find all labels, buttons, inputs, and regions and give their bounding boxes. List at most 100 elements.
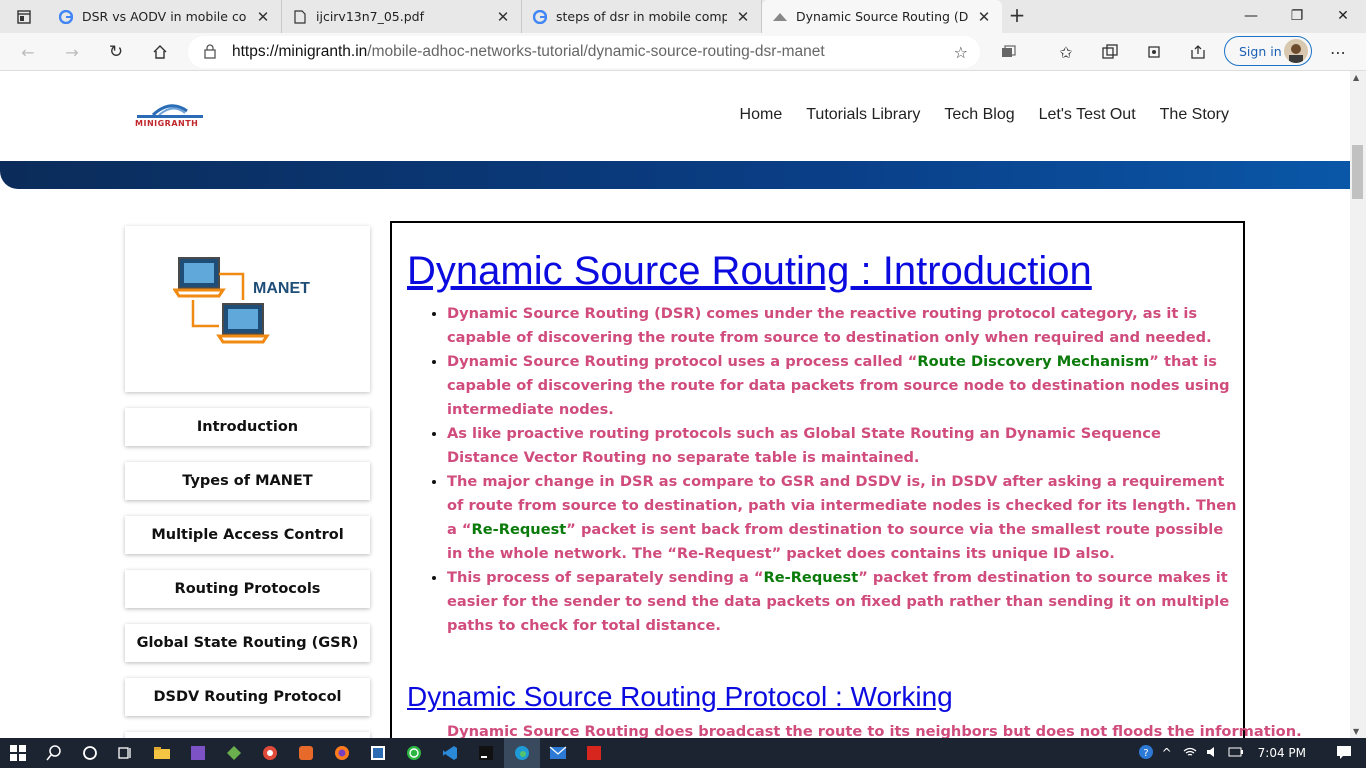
sidebar-item-multiple-access-control[interactable]: Multiple Access Control — [125, 516, 370, 554]
bullet-item: This process of separately sending a “Re… — [447, 566, 1237, 638]
manet-image-card: MANET — [125, 226, 370, 392]
url-field[interactable]: https://minigranth.in/mobile-adhoc-netwo… — [188, 36, 980, 68]
chevron-up-icon[interactable]: ^ — [1162, 746, 1172, 760]
sidebar-item-dsdv[interactable]: DSDV Routing Protocol — [125, 678, 370, 716]
page-scrollbar[interactable]: ▲ ▼ — [1350, 71, 1366, 738]
pycharm-icon[interactable] — [468, 738, 504, 768]
chrome-icon[interactable] — [252, 738, 288, 768]
lock-icon[interactable] — [204, 44, 216, 63]
avatar — [1284, 39, 1308, 63]
tab-3[interactable]: Dynamic Source Routing (DSR) | ✕ — [762, 0, 1002, 33]
battery-icon[interactable] — [1228, 746, 1244, 760]
vscode-icon[interactable] — [432, 738, 468, 768]
mail-icon[interactable] — [540, 738, 576, 768]
tab-title: Dynamic Source Routing (DSR) | — [796, 9, 968, 24]
main-nav: Home Tutorials Library Tech Blog Let's T… — [740, 106, 1229, 124]
bullet-text: Dynamic Source Routing protocol uses a p… — [447, 353, 918, 370]
close-tab-icon[interactable]: ✕ — [976, 9, 992, 25]
favorites-icon[interactable]: ✩ — [1050, 37, 1082, 67]
article-box: Dynamic Source Routing : Introduction Dy… — [390, 221, 1302, 738]
close-tab-icon[interactable]: ✕ — [735, 9, 751, 25]
sidebar-item-routing-protocols[interactable]: Routing Protocols — [125, 570, 370, 608]
back-icon[interactable]: ← — [12, 37, 44, 67]
nav-the-story[interactable]: The Story — [1160, 106, 1229, 124]
url-host: https://minigranth.in — [232, 43, 368, 60]
volume-icon[interactable] — [1206, 746, 1220, 761]
visual-studio-icon[interactable] — [180, 738, 216, 768]
scrollbar-thumb[interactable] — [1352, 145, 1363, 199]
tab-title: ijcirv13n7_05.pdf — [316, 9, 425, 24]
document-icon — [292, 9, 308, 25]
share-icon[interactable] — [1182, 37, 1214, 67]
tab-title: DSR vs AODV in mobile computing — [82, 9, 247, 24]
close-tab-icon[interactable]: ✕ — [255, 9, 271, 25]
edge-icon[interactable] — [504, 738, 540, 768]
tab-collections-icon[interactable] — [1094, 37, 1126, 67]
windows-start-icon[interactable] — [0, 738, 36, 768]
logo-text: MINIGRANTH — [135, 119, 199, 128]
bullet-text: This process of separately sending a “ — [447, 569, 764, 586]
manet-label: MANET — [253, 280, 310, 297]
bullet-text: Dynamic Source Routing (DSR) comes under… — [447, 305, 1212, 346]
sidebar-item-introduction[interactable]: Introduction — [125, 408, 370, 446]
minimize-icon[interactable]: — — [1228, 0, 1274, 31]
clock[interactable]: 7:04 PM — [1258, 746, 1306, 760]
file-explorer-icon[interactable] — [144, 738, 180, 768]
close-tab-icon[interactable]: ✕ — [495, 9, 511, 25]
tab-0[interactable]: DSR vs AODV in mobile computing ✕ — [48, 0, 282, 33]
tab-strip: DSR vs AODV in mobile computing ✕ ijcirv… — [0, 0, 1366, 33]
url-path: /mobile-adhoc-networks-tutorial/dynamic-… — [367, 43, 825, 60]
scroll-down-icon[interactable]: ▼ — [1353, 727, 1359, 736]
cortana-icon[interactable] — [72, 738, 108, 768]
tab-2[interactable]: steps of dsr in mobile computing ✕ — [522, 0, 762, 33]
window-controls: — ❐ ✕ — [1228, 0, 1366, 31]
favorite-star-icon[interactable]: ☆ — [954, 43, 968, 62]
linkedin-icon[interactable] — [360, 738, 396, 768]
sign-in-button[interactable]: Sign in — [1224, 36, 1312, 66]
search-icon[interactable] — [36, 738, 72, 768]
highlight-term: Route Discovery Mechanism — [917, 353, 1150, 370]
nav-home[interactable]: Home — [740, 106, 783, 124]
restore-icon[interactable]: ❐ — [1274, 0, 1320, 31]
nav-tech-blog[interactable]: Tech Blog — [944, 106, 1014, 124]
help-icon[interactable]: ? — [1138, 744, 1154, 763]
nav-tutorials-library[interactable]: Tutorials Library — [806, 106, 920, 124]
app-icon[interactable] — [288, 738, 324, 768]
highlight-term: Re-Request — [471, 521, 567, 538]
site-logo[interactable]: MINIGRANTH — [133, 97, 207, 135]
tab-1[interactable]: ijcirv13n7_05.pdf ✕ — [282, 0, 522, 33]
google-icon — [58, 9, 74, 25]
refresh-icon[interactable]: ↻ — [100, 37, 132, 67]
forward-icon[interactable]: → — [56, 37, 88, 67]
sidebar-item-types-of-manet[interactable]: Types of MANET — [125, 462, 370, 500]
extensions-icon[interactable] — [1138, 37, 1170, 67]
scroll-up-icon[interactable]: ▲ — [1353, 73, 1359, 82]
sidebar-item-gsr[interactable]: Global State Routing (GSR) — [125, 624, 370, 662]
sign-in-label: Sign in — [1239, 43, 1282, 59]
collections-icon[interactable] — [992, 37, 1024, 67]
site-header: MINIGRANTH Home Tutorials Library Tech B… — [0, 71, 1350, 161]
firefox-icon[interactable] — [324, 738, 360, 768]
git-icon[interactable] — [216, 738, 252, 768]
more-options-icon[interactable]: ⋯ — [1322, 37, 1354, 67]
acrobat-icon[interactable] — [576, 738, 612, 768]
google-icon — [532, 9, 548, 25]
header-band — [0, 161, 1350, 189]
address-bar: ← → ↻ https://minigranth.in/mobile-adhoc… — [0, 33, 1366, 71]
bullet-item: As like proactive routing protocols such… — [447, 422, 1237, 470]
task-view-icon[interactable] — [108, 738, 144, 768]
home-icon[interactable] — [144, 37, 176, 67]
article-title[interactable]: Dynamic Source Routing : Introduction — [407, 249, 1092, 294]
web-page: MINIGRANTH Home Tutorials Library Tech B… — [0, 71, 1350, 738]
notification-icon[interactable] — [1336, 745, 1352, 762]
tab-actions-menu-icon[interactable] — [0, 0, 48, 33]
nav-lets-test-out[interactable]: Let's Test Out — [1039, 106, 1136, 124]
manet-network-illustration — [173, 257, 270, 344]
wifi-icon[interactable] — [1182, 746, 1198, 761]
whatsapp-icon[interactable] — [396, 738, 432, 768]
close-window-icon[interactable]: ✕ — [1320, 0, 1366, 31]
new-tab-button[interactable]: + — [1002, 0, 1032, 33]
bullet-item: The major change in DSR as compare to GS… — [447, 470, 1237, 566]
section-title-working[interactable]: Dynamic Source Routing Protocol : Workin… — [407, 681, 953, 713]
bullet-item: Dynamic Source Routing protocol uses a p… — [447, 350, 1237, 422]
